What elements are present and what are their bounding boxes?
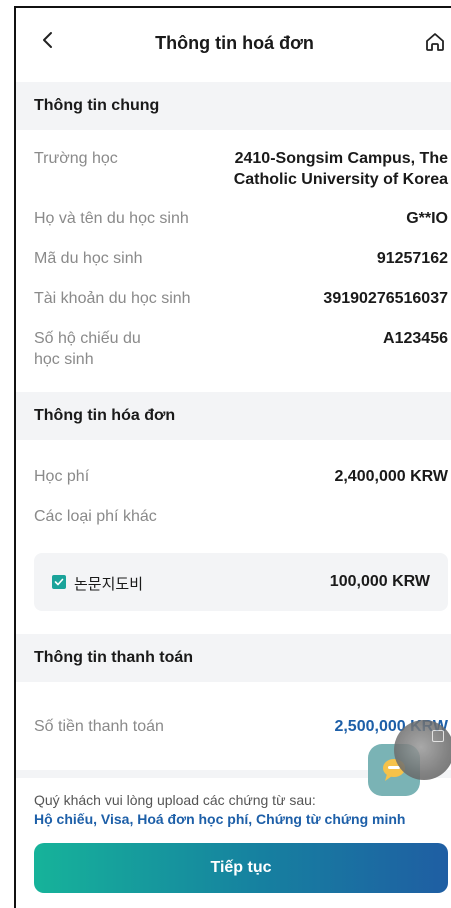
home-button[interactable] [423,30,449,54]
student-name-value: G**IO [406,210,448,227]
school-row: Trường học 2410-Songsim Campus, The Cath… [34,148,448,192]
screen: Thông tin hoá đơn Thông tin chung Trường… [14,6,451,908]
floating-assistant-button[interactable] [394,720,451,780]
passport-value: A123456 [383,330,448,347]
upload-notice: Quý khách vui lòng upload các chứng từ s… [34,791,448,829]
tuition-value: 2,400,000 KRW [334,468,448,485]
page-title: Thông tin hoá đơn [155,33,314,53]
other-fee-item: 논문지도비 100,000 KRW [34,553,448,611]
section-payment-info: Thông tin thanh toán [16,634,451,682]
student-account-label: Tài khoản du học sinh [34,290,191,307]
student-name-row: Họ và tên du học sinh G**IO [34,208,448,230]
fee-item-amount: 100,000 KRW [329,573,430,590]
continue-button[interactable]: Tiếp tục [34,843,448,893]
section-invoice-info: Thông tin hóa đơn [16,392,451,440]
student-id-value: 91257162 [376,250,448,267]
student-id-row: Mã du học sinh 91257162 [34,248,448,270]
other-fees-row: Các loại phí khác [34,506,448,528]
tuition-row: Học phí 2,400,000 KRW [34,466,448,488]
payment-amount-row: Số tiền thanh toán 2,500,000 KRW [34,716,448,738]
home-icon [426,33,444,51]
payment-amount-label: Số tiền thanh toán [34,718,164,735]
other-fees-label: Các loại phí khác [34,508,157,525]
passport-label-line1: Số hộ chiếu du [34,330,141,347]
section-general-info: Thông tin chung [16,82,451,130]
fee-checkbox[interactable] [52,575,66,589]
school-value: 2410-Songsim Campus, The Catholic Univer… [234,148,448,190]
school-label: Trường học [34,150,118,167]
close-icon[interactable] [432,730,444,742]
checkmark-icon [54,578,64,586]
passport-row: Số hộ chiếu du học sinh A123456 [34,328,448,372]
passport-label: Số hộ chiếu du học sinh [34,328,141,370]
tuition-label: Học phí [34,468,90,485]
student-name-label: Họ và tên du học sinh [34,210,189,227]
fee-item-label: 논문지도비 [74,576,144,593]
student-id-label: Mã du học sinh [34,250,143,267]
school-value-line1: 2410-Songsim Campus, The [234,150,448,167]
app-header: Thông tin hoá đơn [16,8,451,78]
student-account-value: 39190276516037 [323,290,448,307]
required-documents: Hộ chiếu, Visa, Hoá đơn học phí, Chứng t… [34,811,406,827]
student-account-row: Tài khoản du học sinh 39190276516037 [34,288,448,310]
passport-label-line2: học sinh [34,351,94,368]
school-value-line2: Catholic University of Korea [233,171,448,188]
